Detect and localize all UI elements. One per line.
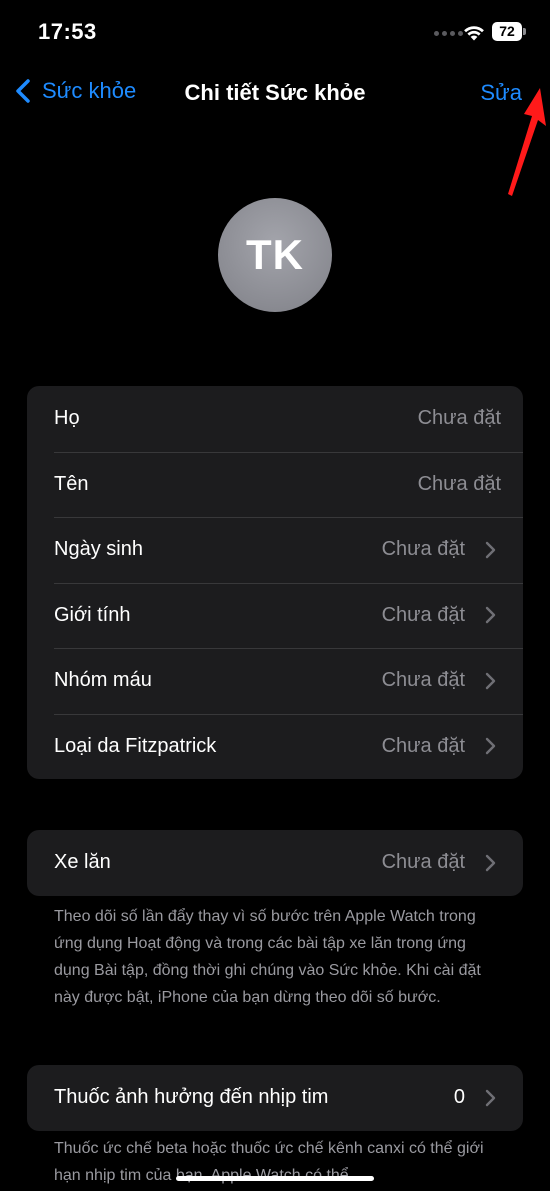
chevron-right-icon [485, 541, 496, 558]
row-value: Chưa đặt [381, 851, 465, 874]
row-label: Ngày sinh [54, 538, 143, 561]
chevron-right-icon [485, 607, 496, 624]
row-value: Chưa đặt [381, 734, 465, 757]
wheelchair-footnote: Theo dõi số lần đẩy thay vì số bước trên… [54, 908, 481, 1006]
row-label: Xe lăn [54, 851, 111, 874]
navigation-bar: Sức khỏe Chi tiết Sức khỏe Sửa [0, 64, 550, 124]
row-label: Tên [54, 472, 89, 495]
cellular-signal-icon [434, 31, 463, 36]
medications-group: Thuốc ảnh hưởng đến nhịp tim 0 [27, 1065, 523, 1131]
chevron-right-icon [485, 854, 496, 871]
row-value: Chưa đặt [381, 603, 465, 626]
row-value: Chưa đặt [417, 472, 501, 495]
chevron-right-icon [485, 672, 496, 689]
row-fitzpatrick-skin-type[interactable]: Loại da Fitzpatrick Chưa đặt [27, 713, 523, 780]
chevron-right-icon [485, 1089, 496, 1106]
row-label: Thuốc ảnh hưởng đến nhịp tim [54, 1086, 329, 1109]
row-value: 0 [453, 1086, 465, 1109]
row-label: Giới tính [54, 603, 131, 626]
battery-icon: 72 [492, 22, 522, 41]
row-value: Chưa đặt [381, 538, 465, 561]
row-label: Loại da Fitzpatrick [54, 734, 217, 757]
battery-tip [523, 28, 526, 35]
row-date-of-birth[interactable]: Ngày sinh Chưa đặt [27, 517, 523, 583]
row-last-name[interactable]: Họ Chưa đặt [27, 386, 523, 452]
annotation-arrow-icon [508, 88, 546, 196]
row-wheelchair[interactable]: Xe lăn Chưa đặt [27, 830, 523, 896]
page-title: Chi tiết Sức khỏe [184, 80, 366, 105]
chevron-right-icon [485, 738, 496, 755]
avatar[interactable]: TK [218, 198, 332, 312]
home-indicator[interactable] [176, 1176, 374, 1181]
status-time: 17:53 [38, 19, 97, 44]
status-bar: 17:53 72 [0, 0, 550, 64]
wifi-icon [464, 26, 484, 41]
row-label: Nhóm máu [54, 669, 152, 692]
wheelchair-group: Xe lăn Chưa đặt [27, 830, 523, 896]
row-blood-type[interactable]: Nhóm máu Chưa đặt [27, 648, 523, 714]
personal-details-group: Họ Chưa đặt Tên Chưa đặt Ngày sinh Chưa … [27, 386, 523, 779]
row-first-name[interactable]: Tên Chưa đặt [27, 451, 523, 518]
row-value: Chưa đặt [417, 407, 501, 430]
row-value: Chưa đặt [381, 669, 465, 692]
row-label: Họ [54, 407, 80, 430]
row-heart-rate-medications[interactable]: Thuốc ảnh hưởng đến nhịp tim 0 [27, 1065, 523, 1131]
row-sex[interactable]: Giới tính Chưa đặt [27, 582, 523, 649]
